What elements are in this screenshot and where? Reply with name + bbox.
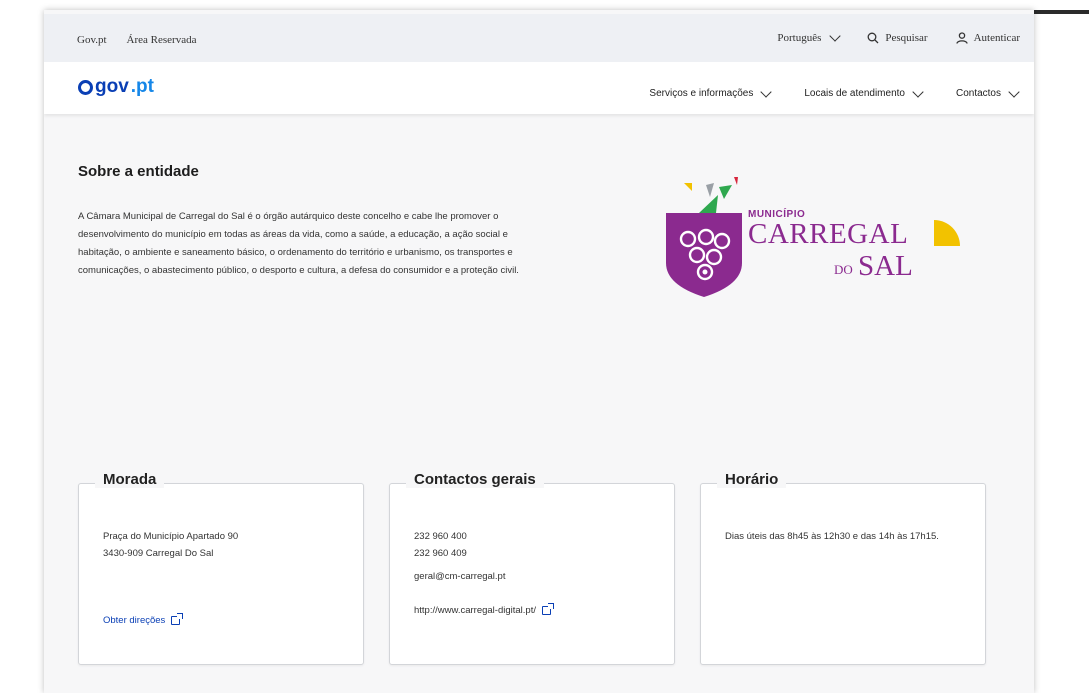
carregal-label: CARREGAL bbox=[748, 218, 909, 250]
email-link[interactable]: geral@cm-carregal.pt bbox=[414, 568, 654, 585]
card-contactos: Contactos gerais 232 960 400 232 960 409… bbox=[389, 471, 675, 665]
about-title: Sobre a entidade bbox=[78, 163, 199, 180]
card-morada-title: Morada bbox=[95, 471, 165, 488]
opening-hours-text: Dias úteis das 8h45 às 12h30 e das 14h à… bbox=[725, 531, 939, 542]
utility-bar: Gov.pt Área Reservada Português Pesquisa… bbox=[44, 14, 1034, 62]
area-reservada-link[interactable]: Área Reservada bbox=[127, 34, 197, 46]
card-horario-body: Dias úteis das 8h45 às 12h30 e das 14h à… bbox=[725, 528, 965, 545]
language-label: Português bbox=[777, 32, 822, 44]
card-horario-title: Horário bbox=[717, 471, 787, 488]
card-horario: Horário Dias úteis das 8h45 às 12h30 e d… bbox=[700, 471, 986, 665]
user-icon bbox=[955, 32, 968, 44]
external-link-icon bbox=[171, 613, 184, 625]
card-morada: Morada Praça do Município Apartado 90 34… bbox=[78, 471, 364, 665]
address-line-1: Praça do Município Apartado 90 bbox=[103, 531, 239, 542]
card-contactos-body: 232 960 400 232 960 409 geral@cm-carrega… bbox=[414, 528, 654, 585]
utility-actions: Português Pesquisar Autenticar bbox=[777, 30, 1020, 44]
directions-label: Obter direções bbox=[103, 615, 166, 626]
yellow-quarter-icon bbox=[934, 220, 960, 246]
nav-contactos-label: Contactos bbox=[955, 88, 1001, 99]
sal-label: SAL bbox=[858, 250, 913, 282]
address-line-2: 3430-909 Carregal Do Sal bbox=[103, 548, 214, 559]
chevron-down-icon bbox=[1008, 85, 1020, 98]
main-nav: gov .pt Serviços e informações Locais de … bbox=[44, 62, 1034, 114]
logo-gov-text: gov bbox=[95, 76, 129, 97]
phone-2[interactable]: 232 960 409 bbox=[414, 545, 654, 562]
municipality-logo: MUNICÍPIO CARREGAL DO SAL bbox=[664, 175, 964, 300]
login-label: Autenticar bbox=[973, 32, 1020, 44]
logo-pt-text: .pt bbox=[130, 76, 154, 97]
page-frame: Gov.pt Área Reservada Português Pesquisa… bbox=[44, 10, 1034, 693]
nav-locais-label: Locais de atendimento bbox=[804, 88, 905, 99]
login-button[interactable]: Autenticar bbox=[955, 32, 1020, 44]
chevron-down-icon bbox=[912, 85, 924, 98]
card-contactos-title: Contactos gerais bbox=[406, 471, 544, 488]
external-link-icon bbox=[541, 603, 554, 615]
chevron-down-icon bbox=[760, 85, 773, 98]
nav-links: Serviços e informações Locais de atendim… bbox=[649, 85, 1020, 99]
do-label: DO bbox=[834, 262, 853, 277]
nav-contactos[interactable]: Contactos bbox=[955, 85, 1020, 99]
nav-servicos-label: Serviços e informações bbox=[649, 88, 754, 99]
directions-link[interactable]: Obter direções bbox=[103, 613, 184, 626]
utility-links: Gov.pt Área Reservada bbox=[77, 34, 196, 46]
search-label: Pesquisar bbox=[885, 32, 928, 44]
chevron-down-icon bbox=[829, 30, 842, 42]
nav-locais[interactable]: Locais de atendimento bbox=[804, 85, 924, 99]
gov-pt-link[interactable]: Gov.pt bbox=[77, 34, 107, 46]
nav-servicos[interactable]: Serviços e informações bbox=[649, 85, 773, 99]
card-morada-body: Praça do Município Apartado 90 3430-909 … bbox=[103, 528, 343, 562]
search-icon bbox=[867, 32, 879, 44]
carregal-shield-icon bbox=[666, 177, 742, 297]
website-label: http://www.carregal-digital.pt/ bbox=[414, 605, 536, 616]
logo-ring-icon bbox=[78, 79, 93, 95]
search-button[interactable]: Pesquisar bbox=[867, 32, 928, 44]
phone-1[interactable]: 232 960 400 bbox=[414, 528, 654, 545]
gov-pt-logo[interactable]: gov .pt bbox=[78, 76, 154, 98]
language-selector[interactable]: Português bbox=[777, 30, 842, 44]
about-text: A Câmara Municipal de Carregal do Sal é … bbox=[78, 211, 519, 276]
website-link[interactable]: http://www.carregal-digital.pt/ bbox=[414, 603, 554, 616]
